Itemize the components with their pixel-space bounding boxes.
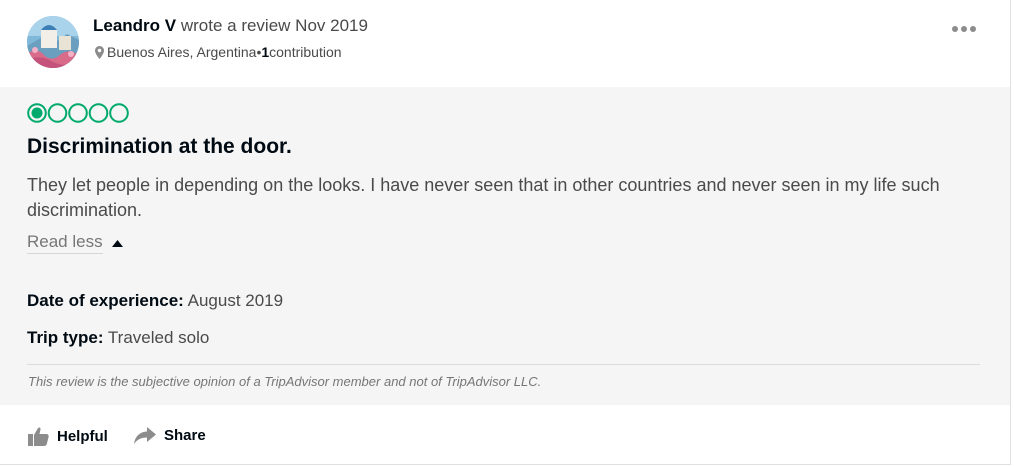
- contribution-count: 1: [261, 44, 270, 60]
- review-title[interactable]: Discrimination at the door.: [27, 135, 292, 159]
- trip-type-value: Traveled solo: [103, 328, 210, 347]
- thumbs-up-icon: [28, 427, 49, 446]
- rating-bubble: [68, 103, 88, 123]
- share-arrow-icon: [134, 427, 156, 444]
- review-header: Leandro V wrote a review Nov 2019 Buenos…: [0, 0, 1010, 87]
- review-card: Leandro V wrote a review Nov 2019 Buenos…: [0, 0, 1011, 465]
- trip-type: Trip type: Traveled solo: [27, 328, 209, 348]
- read-less-label: Read less: [27, 232, 103, 254]
- avatar[interactable]: [27, 16, 79, 68]
- review-text: They let people in depending on the look…: [27, 175, 940, 220]
- review-disclaimer: This review is the subjective opinion of…: [28, 374, 542, 389]
- rating-bubble-fill: [31, 107, 43, 119]
- date-of-experience-value: August 2019: [183, 291, 284, 310]
- bubble-rating: [27, 103, 129, 123]
- share-label: Share: [164, 427, 206, 444]
- contribution-label: contribution: [269, 44, 342, 60]
- date-of-experience: Date of experience: August 2019: [27, 291, 283, 311]
- helpful-button[interactable]: Helpful: [28, 427, 108, 446]
- trip-type-label: Trip type:: [27, 328, 104, 347]
- author-meta: Buenos Aires, Argentina • 1 contribution: [95, 44, 342, 60]
- review-action-text: wrote a review Nov 2019: [176, 16, 368, 35]
- read-less-button[interactable]: Read less: [27, 232, 123, 254]
- author-location: Buenos Aires, Argentina: [107, 44, 257, 60]
- rating-bubble: [47, 103, 68, 123]
- rating-bubble: [88, 103, 109, 123]
- helpful-label: Helpful: [57, 428, 108, 445]
- review-body: Discrimination at the door. They let peo…: [0, 87, 1010, 405]
- caret-up-icon: [111, 239, 123, 247]
- more-options-icon[interactable]: [952, 24, 980, 34]
- date-of-experience-label: Date of experience:: [27, 291, 184, 310]
- divider: [27, 364, 980, 365]
- location-pin-icon: [95, 45, 104, 59]
- review-actions: Helpful Share: [0, 405, 1010, 464]
- author-line: Leandro V wrote a review Nov 2019: [93, 16, 368, 36]
- share-button[interactable]: Share: [134, 427, 206, 444]
- rating-bubble: [109, 103, 129, 123]
- author-name[interactable]: Leandro V: [93, 16, 176, 35]
